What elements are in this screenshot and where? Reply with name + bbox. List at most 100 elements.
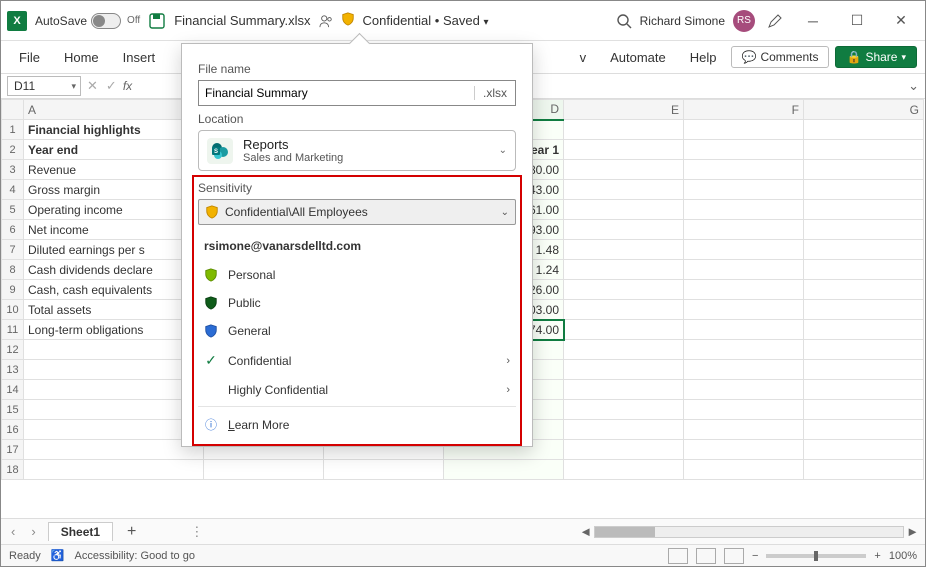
sensitivity-option-public[interactable]: Public [198, 289, 516, 317]
cell[interactable] [804, 420, 924, 440]
file-extension[interactable]: .xlsx [474, 86, 515, 100]
sensitivity-option-personal[interactable]: Personal [198, 261, 516, 289]
search-icon[interactable] [616, 13, 632, 29]
user-avatar[interactable]: RS [733, 10, 755, 32]
tab-insert[interactable]: Insert [113, 46, 166, 69]
sensitivity-learn-more[interactable]: ⓘ Learn More [198, 409, 516, 440]
cell[interactable]: Cash, cash equivalents [24, 280, 204, 300]
cell[interactable] [564, 180, 684, 200]
autosave-toggle[interactable]: AutoSave Off [35, 13, 140, 29]
row-header[interactable]: 13 [2, 360, 24, 380]
cell[interactable] [24, 380, 204, 400]
cell[interactable] [564, 340, 684, 360]
maximize-button[interactable]: ☐ [839, 7, 875, 35]
cell[interactable] [684, 200, 804, 220]
shared-icon[interactable] [319, 14, 333, 28]
save-icon[interactable] [148, 12, 166, 30]
close-button[interactable]: ✕ [883, 7, 919, 35]
cell[interactable]: Cash dividends declare [24, 260, 204, 280]
tab-home[interactable]: Home [54, 46, 109, 69]
enter-icon[interactable]: ✓ [104, 78, 119, 94]
cell[interactable] [804, 280, 924, 300]
sensitivity-badge[interactable]: Confidential • Saved ▾ [363, 13, 489, 28]
cell[interactable] [804, 380, 924, 400]
cell[interactable] [684, 320, 804, 340]
row-header[interactable]: 9 [2, 280, 24, 300]
row-header[interactable]: 4 [2, 180, 24, 200]
cell[interactable] [684, 340, 804, 360]
cell[interactable]: Operating income [24, 200, 204, 220]
cell[interactable] [564, 440, 684, 460]
cell[interactable] [24, 400, 204, 420]
cell[interactable] [564, 420, 684, 440]
zoom-out-button[interactable]: − [752, 550, 758, 562]
table-row[interactable]: 18 [2, 460, 924, 480]
row-header[interactable]: 17 [2, 440, 24, 460]
pen-icon[interactable] [763, 13, 787, 29]
row-header[interactable]: 10 [2, 300, 24, 320]
cell[interactable]: Diluted earnings per s [24, 240, 204, 260]
sheet-prev-icon[interactable]: ‹ [7, 524, 19, 539]
accessibility-status[interactable]: Accessibility: Good to go [75, 550, 195, 562]
cell[interactable]: Year end [24, 140, 204, 160]
cell[interactable] [564, 220, 684, 240]
tab-help[interactable]: Help [680, 46, 727, 69]
file-name-field[interactable]: .xlsx [198, 80, 516, 106]
file-name-title[interactable]: Financial Summary.xlsx [174, 13, 310, 28]
view-normal-icon[interactable] [668, 548, 688, 564]
cell[interactable] [564, 280, 684, 300]
cell[interactable] [804, 260, 924, 280]
cell[interactable] [804, 300, 924, 320]
cell[interactable] [684, 120, 804, 140]
cell[interactable] [804, 200, 924, 220]
column-header-E[interactable]: E [564, 100, 684, 120]
cell[interactable] [24, 460, 204, 480]
cell[interactable] [444, 460, 564, 480]
expand-formula-bar-icon[interactable]: ⌄ [908, 78, 919, 94]
cell[interactable] [804, 180, 924, 200]
row-header[interactable]: 14 [2, 380, 24, 400]
zoom-thumb[interactable] [814, 551, 818, 561]
cell[interactable]: Net income [24, 220, 204, 240]
share-button[interactable]: 🔒 Share ▾ [835, 46, 917, 68]
cell[interactable] [804, 120, 924, 140]
cell[interactable] [564, 360, 684, 380]
sensitivity-option-confidential[interactable]: ✓ Confidential › [198, 345, 516, 376]
cell[interactable] [24, 360, 204, 380]
scrollbar-thumb[interactable] [595, 527, 655, 537]
cell[interactable]: Total assets [24, 300, 204, 320]
cell[interactable] [804, 340, 924, 360]
cell[interactable] [564, 200, 684, 220]
row-header[interactable]: 2 [2, 140, 24, 160]
toggle-switch[interactable] [91, 13, 121, 29]
cell[interactable] [684, 420, 804, 440]
cell[interactable] [24, 440, 204, 460]
cell[interactable] [804, 440, 924, 460]
tab-file[interactable]: File [9, 46, 50, 69]
view-page-break-icon[interactable] [724, 548, 744, 564]
row-header[interactable]: 12 [2, 340, 24, 360]
cell[interactable] [804, 460, 924, 480]
cell[interactable] [684, 180, 804, 200]
row-header[interactable]: 8 [2, 260, 24, 280]
cell[interactable] [684, 280, 804, 300]
sheet-tab-sheet1[interactable]: Sheet1 [48, 522, 113, 541]
cancel-icon[interactable]: ✕ [85, 78, 100, 94]
cell[interactable] [684, 360, 804, 380]
cell[interactable] [684, 220, 804, 240]
horizontal-scrollbar[interactable] [594, 526, 904, 538]
cell[interactable] [684, 460, 804, 480]
cell[interactable] [564, 120, 684, 140]
file-name-input[interactable] [199, 86, 474, 100]
column-header-F[interactable]: F [684, 100, 804, 120]
cell[interactable] [24, 420, 204, 440]
cell[interactable] [804, 320, 924, 340]
cell[interactable]: Long-term obligations [24, 320, 204, 340]
accessibility-icon[interactable]: ♿ [51, 549, 65, 562]
cell[interactable] [324, 460, 444, 480]
tab-hidden-suffix[interactable]: v [570, 46, 597, 69]
cell[interactable] [564, 400, 684, 420]
cell[interactable] [564, 380, 684, 400]
name-box[interactable]: D11 ▾ [7, 76, 81, 96]
cell[interactable] [204, 460, 324, 480]
